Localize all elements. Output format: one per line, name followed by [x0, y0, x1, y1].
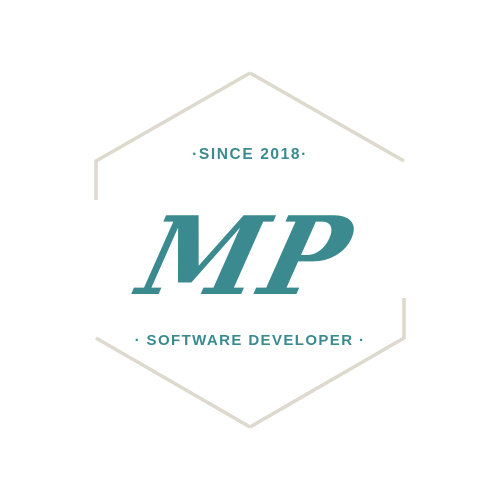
monogram-letters: MP	[124, 193, 366, 320]
role-tagline: · SOFTWARE DEVELOPER ·	[134, 332, 366, 349]
logo-badge: ·SINCE 2018· MP · SOFTWARE DEVELOPER ·	[0, 0, 500, 500]
monogram: MP	[124, 193, 366, 320]
